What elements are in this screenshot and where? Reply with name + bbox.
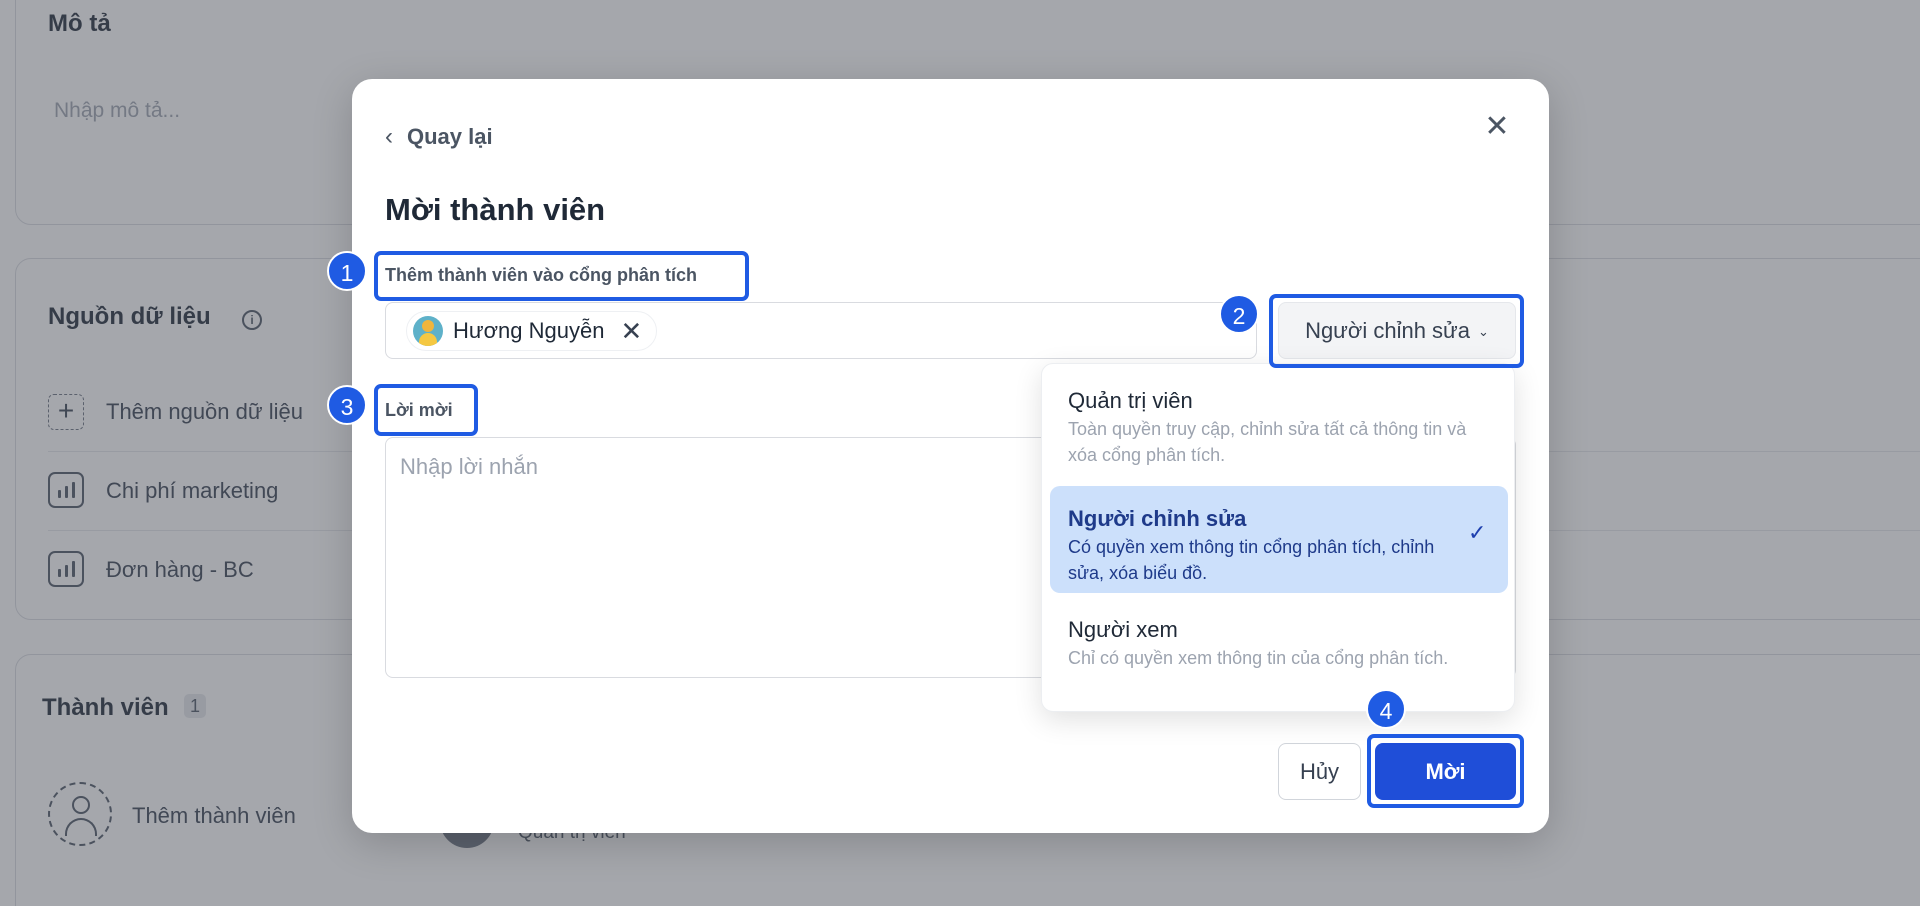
annotation-highlight <box>1367 734 1524 808</box>
annotation-highlight <box>1269 294 1524 368</box>
role-option-title: Quản trị viên <box>1068 388 1193 413</box>
annotation-badge: 3 <box>327 385 367 425</box>
role-option-title: Người chỉnh sửa <box>1068 506 1247 531</box>
role-option-description: Có quyền xem thông tin cổng phân tích, c… <box>1068 537 1435 583</box>
role-option-title: Người xem <box>1068 617 1178 642</box>
close-icon[interactable]: ✕ <box>620 318 642 344</box>
avatar <box>413 316 443 346</box>
role-option-editor[interactable]: Người chỉnh sửa Có quyền xem thông tin c… <box>1050 486 1508 593</box>
member-chip: Hương Nguyễn ✕ <box>406 311 658 351</box>
member-search-input[interactable]: Hương Nguyễn ✕ <box>385 302 1257 359</box>
role-option-viewer[interactable]: Người xem Chỉ có quyền xem thông tin của… <box>1050 597 1508 701</box>
modal-title: Mời thành viên <box>385 192 606 227</box>
back-label: Quay lại <box>407 124 493 149</box>
annotation-highlight <box>374 384 478 436</box>
cancel-button[interactable]: Hủy <box>1278 743 1361 800</box>
role-dropdown: Quản trị viên Toàn quyền truy cập, chỉnh… <box>1041 363 1515 712</box>
role-option-admin[interactable]: Quản trị viên Toàn quyền truy cập, chỉnh… <box>1050 368 1508 468</box>
close-icon[interactable]: ✕ <box>1481 112 1513 144</box>
annotation-badge: 2 <box>1219 294 1259 334</box>
annotation-badge: 1 <box>327 251 367 291</box>
back-button[interactable]: ‹ Quay lại <box>385 121 493 153</box>
role-option-description: Chỉ có quyền xem thông tin của cổng phân… <box>1068 648 1449 668</box>
annotation-highlight <box>374 251 749 301</box>
check-icon: ✓ <box>1468 520 1487 545</box>
annotation-badge: 4 <box>1366 689 1406 729</box>
chevron-left-icon: ‹ <box>385 123 393 150</box>
role-option-description: Toàn quyền truy cập, chỉnh sửa tất cả th… <box>1068 419 1467 465</box>
member-chip-name: Hương Nguyễn <box>453 318 605 343</box>
